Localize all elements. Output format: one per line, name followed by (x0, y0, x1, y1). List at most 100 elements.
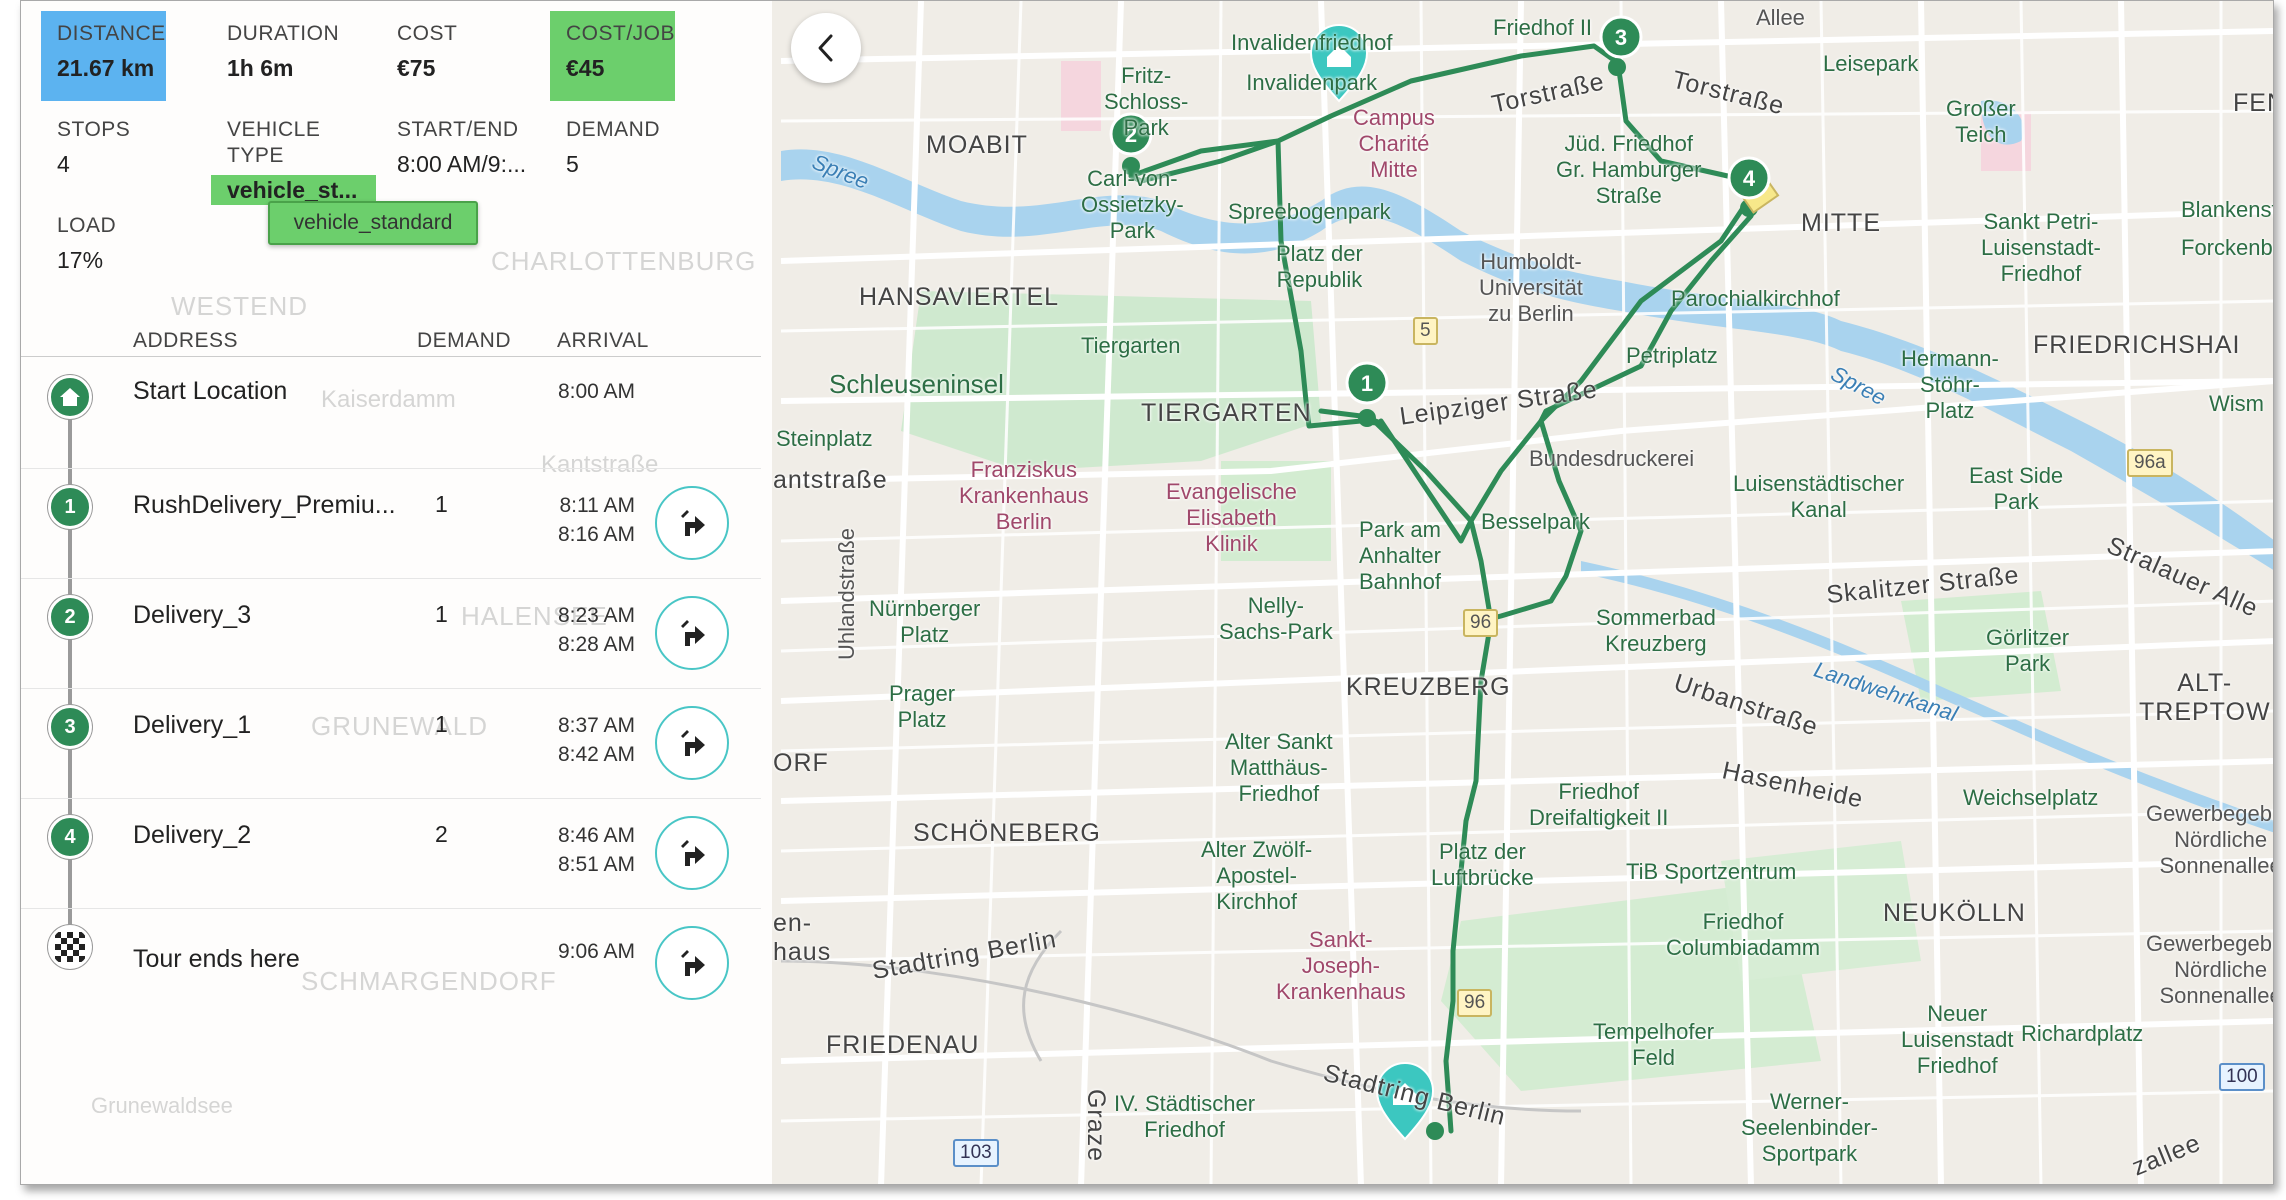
stop-row-3[interactable]: 3 Delivery_1 1 8:37 AM 8:42 AM (21, 689, 761, 799)
stop-arrival: 8:00 AM (557, 380, 635, 403)
svg-text:1: 1 (1361, 371, 1373, 396)
stat-cost[interactable]: COST €75 (381, 11, 541, 83)
stat-distance[interactable]: DISTANCE 21.67 km (41, 11, 166, 101)
map-label-friedenau: FRIEDENAU (826, 1031, 980, 1059)
navigate-button[interactable] (655, 706, 729, 780)
stat-cost-value: €75 (397, 55, 436, 81)
map-label-hermann-stoehr: Hermann- Stöhr- Platz (1901, 346, 1999, 423)
map-label-parochialkirchhof: Parochialkirchhof (1671, 286, 1840, 311)
stop-address: Delivery_1 (133, 711, 252, 739)
stop-address: RushDelivery_Premiu... (133, 491, 396, 519)
map-label-kantstrasse: antstraße (773, 466, 888, 494)
map-label-schleuseninsel: Schleuseninsel (829, 369, 1004, 399)
map-label-luisenstaedtischer-kanal: Luisenstädtischer Kanal (1733, 471, 1905, 522)
stat-distance-value: 21.67 km (57, 55, 155, 81)
navigate-button[interactable] (655, 596, 729, 670)
stop-row-2[interactable]: 2 Delivery_3 1 8:23 AM 8:28 AM (21, 579, 761, 689)
column-header-arrival: ARRIVAL (557, 329, 649, 352)
map-label-invalidenpark: Invalidenfriedhof Invalidenpark (1231, 30, 1393, 95)
map-label-nelly-sachs: Nelly- Sachs-Park (1219, 593, 1333, 644)
stat-duration-value: 1h 6m (227, 55, 294, 81)
collapse-panel-button[interactable] (791, 13, 861, 83)
map-label-east-side-park: East Side Park (1969, 463, 2064, 514)
vehicle-type-tooltip: vehicle_standard (268, 201, 478, 245)
map-label-orf: ORF (773, 749, 829, 777)
map-label-bundesdruckerei: Bundesdruckerei (1529, 446, 1695, 471)
stop-times: 8:46 AM 8:51 AM (539, 821, 635, 879)
svg-text:4: 4 (1743, 166, 1756, 191)
faded-map-label: Grunewaldsee (91, 1093, 233, 1118)
map-label-schoeneberg: SCHÖNEBERG (913, 819, 1101, 847)
stat-cost-label: COST (397, 22, 458, 45)
stat-stops[interactable]: STOPS 4 (41, 107, 191, 179)
stat-start-end-value: 8:00 AM/9:... (397, 151, 527, 177)
map-label-humboldt: Humboldt- Universität zu Berlin (1479, 249, 1583, 326)
map-label-grosser-teich: Großer Teich (1946, 96, 2016, 147)
map-label-fritz-schloss: Fritz- Schloss- Park (1104, 63, 1189, 140)
stop-row-1[interactable]: 1 RushDelivery_Premiu... 1 8:11 AM 8:16 … (21, 469, 761, 579)
map-label-platz-der-republik: Platz der Republik (1276, 241, 1363, 292)
stat-cost-per-job[interactable]: COST/JOB €45 (550, 11, 675, 101)
stop-dot-1 (1358, 409, 1376, 427)
map-label-tiergarten-park: Tiergarten (1081, 333, 1181, 358)
map-label-alter-zwoelf: Alter Zwölf- Apostel- Kirchhof (1201, 837, 1313, 914)
map-label-werner-seelenbinder: Werner- Seelenbinder- Sportpark (1741, 1089, 1878, 1166)
map-label-friedhof-dreifaltigkeit: Friedhof Dreifaltigkeit II (1529, 779, 1669, 830)
map-label-moabit: MOABIT (926, 131, 1028, 159)
road-sign-5: 5 (1413, 317, 1438, 345)
stat-stops-value: 4 (57, 151, 70, 177)
stat-load-label: LOAD (57, 214, 117, 237)
stat-duration[interactable]: DURATION 1h 6m (211, 11, 371, 83)
map-label-gewerbegebiet-2: Gewerbegebiet Nördliche Sonnenallee (2146, 931, 2274, 1008)
map-label-steinplatz: Steinplatz (776, 426, 873, 451)
home-icon (60, 388, 80, 406)
faded-map-label: WESTEND (171, 291, 308, 321)
stop-row-start[interactable]: Start Location 8:00 AM (21, 359, 761, 469)
map-label-besselpark: Besselpark (1481, 509, 1590, 534)
navigate-button[interactable] (655, 486, 729, 560)
road-sign-100: 100 (2219, 1063, 2265, 1091)
navigate-button[interactable] (655, 816, 729, 890)
stat-start-end[interactable]: START/END 8:00 AM/9:... (381, 107, 551, 179)
stop-address: Delivery_2 (133, 821, 252, 849)
stat-demand-label: DEMAND (566, 118, 661, 141)
stop-address: Start Location (133, 377, 288, 405)
stop-row-end[interactable]: Tour ends here 9:06 AM (21, 909, 761, 1019)
app-window: 1 2 3 4 MOABIT HANSAVIERTEL TIERGARTEN M… (20, 0, 2274, 1185)
stat-stops-label: STOPS (57, 118, 131, 141)
stop-times: 8:23 AM 8:28 AM (539, 601, 635, 659)
map-label-en-haus: en- haus (773, 909, 832, 966)
map-label-uhlandstrasse: Uhlandstraße (834, 527, 860, 661)
map-label-goerlitzer-park: Görlitzer Park (1986, 625, 2070, 676)
stop-demand: 1 (435, 711, 448, 737)
road-sign-96-a: 96 (1463, 609, 1499, 637)
map-label-nuernberger-platz: Nürnberger Platz (869, 596, 981, 647)
stat-demand[interactable]: DEMAND 5 (550, 107, 690, 179)
map-label-wism: Wism (2209, 391, 2264, 416)
stop-departure: 8:51 AM (557, 853, 635, 876)
map-label-evangelische: Evangelische Elisabeth Klinik (1166, 479, 1297, 556)
directions-arrow-icon (681, 730, 705, 756)
map-label-tib-sportzentrum: TiB Sportzentrum (1626, 859, 1797, 884)
map-label-alt-treptow: ALT- TREPTOW (2139, 669, 2271, 726)
map-label-franziskus: Franziskus Krankenhaus Berlin (959, 457, 1089, 534)
stat-vehicle-type[interactable]: VEHICLE TYPE vehicle_st... (211, 107, 376, 205)
map-label-platz-der-luftbruecke: Platz der Luftbrücke (1431, 839, 1534, 890)
stop-list-header: ADDRESS DEMAND ARRIVAL (21, 327, 761, 357)
map-label-campus-charite: Campus Charité Mitte (1353, 105, 1435, 182)
map-label-richardplatz: Richardplatz (2021, 1021, 2144, 1046)
stop-row-4[interactable]: 4 Delivery_2 2 8:46 AM 8:51 AM (21, 799, 761, 909)
map-label-friedrichshain: FRIEDRICHSHAI (2033, 331, 2241, 359)
map-label-fen: FEN (2233, 89, 2273, 117)
stop-badge-2: 2 (48, 595, 92, 639)
route-summary-panel: CHARLOTTENBURG WESTEND HALENSEE GRUNEWAL… (21, 1, 772, 1184)
stop-marker-1[interactable]: 1 (1345, 361, 1389, 405)
stop-marker-3[interactable]: 3 (1599, 15, 1643, 59)
stat-load[interactable]: LOAD 17% (41, 203, 191, 275)
chevron-left-icon (818, 34, 833, 62)
stop-badge-1: 1 (48, 485, 92, 529)
map-label-mitte: MITTE (1801, 209, 1881, 237)
navigate-button[interactable] (655, 926, 729, 1000)
directions-arrow-icon (681, 950, 705, 976)
road-sign-96a: 96a (2127, 449, 2173, 477)
